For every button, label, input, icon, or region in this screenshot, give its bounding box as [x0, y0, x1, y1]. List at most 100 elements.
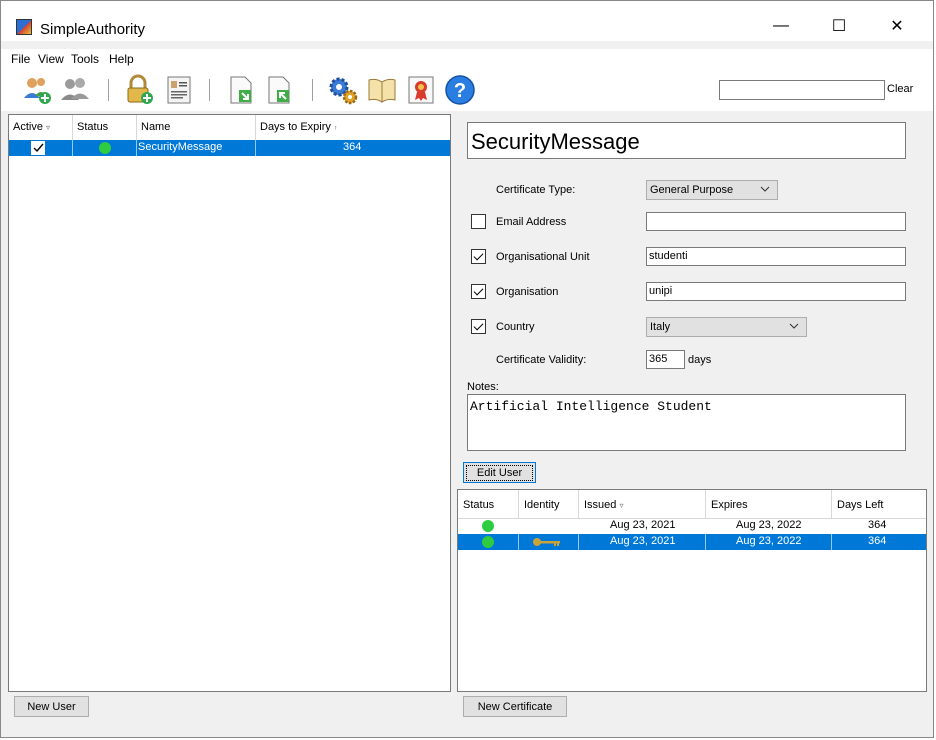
- validity-unit-label: days: [688, 354, 712, 366]
- column-header-identity[interactable]: Identity: [524, 499, 559, 511]
- new-user-button[interactable]: New User: [14, 696, 89, 717]
- app-icon: [16, 19, 32, 35]
- chevron-down-icon: [789, 323, 799, 329]
- certificate-validity-field[interactable]: 365: [646, 350, 685, 369]
- column-header-days-left[interactable]: Days Left: [837, 499, 883, 511]
- column-divider: [255, 115, 256, 140]
- cell-divider: [578, 534, 579, 550]
- column-header-name[interactable]: Name: [141, 121, 170, 133]
- new-certificate-button-label: New Certificate: [477, 700, 553, 713]
- maximize-button[interactable]: ☐: [816, 11, 862, 41]
- svg-text:?: ?: [454, 80, 466, 102]
- edit-user-button[interactable]: Edit User: [463, 462, 536, 483]
- column-header-days-to-expiry[interactable]: Days to Expiry ↑: [260, 121, 337, 133]
- window-title: SimpleAuthority: [40, 21, 146, 38]
- column-header-expires[interactable]: Expires: [711, 499, 748, 511]
- user-name-cell: SecurityMessage: [138, 141, 223, 153]
- close-button[interactable]: ✕: [874, 11, 920, 41]
- organisational-unit-field[interactable]: studenti: [646, 247, 906, 266]
- book-icon[interactable]: [366, 74, 398, 106]
- column-header-status[interactable]: Status: [463, 499, 494, 511]
- certificate-type-value: General Purpose: [650, 184, 734, 196]
- certificate-type-select[interactable]: General Purpose: [646, 180, 778, 200]
- status-ok-icon: [482, 520, 494, 532]
- organisational-unit-label: Organisational Unit: [496, 251, 590, 263]
- cell-divider: [831, 534, 832, 550]
- country-value: Italy: [650, 321, 671, 333]
- menu-tools[interactable]: Tools: [71, 52, 99, 66]
- days-left-cell: 364: [868, 535, 887, 547]
- table-row[interactable]: Aug 23, 2021 Aug 23, 2022 364: [458, 518, 926, 534]
- active-checkbox[interactable]: [31, 141, 45, 155]
- add-user-icon[interactable]: [21, 74, 53, 106]
- issued-cell: Aug 23, 2021: [610, 535, 676, 547]
- toolbar-separator: [108, 79, 109, 101]
- days-to-expiry-cell: 364: [343, 141, 362, 153]
- column-divider: [518, 490, 519, 518]
- issued-cell: Aug 23, 2021: [610, 519, 676, 531]
- column-header-issued[interactable]: Issued ▿: [584, 499, 624, 511]
- menu-help[interactable]: Help: [109, 52, 134, 66]
- help-icon[interactable]: ?: [444, 74, 476, 106]
- country-checkbox[interactable]: [471, 319, 486, 334]
- menu-bar: File View Tools Help: [1, 49, 933, 69]
- column-divider: [831, 490, 832, 518]
- cell-divider: [705, 534, 706, 550]
- title-bar: SimpleAuthority — ☐ ✕: [1, 1, 933, 41]
- organisation-label: Organisation: [496, 286, 559, 298]
- cell-divider: [255, 140, 256, 156]
- import-icon[interactable]: [225, 74, 257, 106]
- country-select[interactable]: Italy: [646, 317, 807, 337]
- days-left-cell: 364: [868, 519, 887, 531]
- column-divider: [705, 490, 706, 518]
- email-field[interactable]: [646, 212, 906, 231]
- settings-gears-icon[interactable]: [327, 74, 359, 106]
- minimize-button[interactable]: —: [758, 11, 804, 41]
- certificates-table: Status Identity Issued ▿ Expires Days Le…: [457, 489, 927, 692]
- organisational-unit-checkbox[interactable]: [471, 249, 486, 264]
- status-ok-icon: [99, 142, 111, 154]
- certificates-table-header: Status Identity Issued ▿ Expires Days Le…: [458, 490, 926, 519]
- status-ok-icon: [482, 536, 494, 548]
- new-user-button-label: New User: [27, 700, 76, 713]
- certificate-document-icon[interactable]: [163, 74, 195, 106]
- column-header-active[interactable]: Active ▿: [13, 121, 50, 133]
- table-row[interactable]: Aug 23, 2021 Aug 23, 2022 364: [458, 534, 926, 550]
- toolbar-separator: [209, 79, 210, 101]
- certificate-type-label: Certificate Type:: [496, 184, 576, 196]
- email-checkbox[interactable]: [471, 214, 486, 229]
- country-label: Country: [496, 321, 535, 333]
- column-header-status[interactable]: Status: [77, 121, 108, 133]
- check-icon: [33, 143, 44, 153]
- expires-cell: Aug 23, 2022: [736, 519, 802, 531]
- organisation-field[interactable]: unipi: [646, 282, 906, 301]
- email-label: Email Address: [496, 216, 567, 228]
- organisation-checkbox[interactable]: [471, 284, 486, 299]
- table-row[interactable]: SecurityMessage 364: [9, 140, 450, 156]
- cell-divider: [136, 140, 137, 156]
- users-table-header: Active ▿ Status Name Days to Expiry ↑: [9, 115, 450, 141]
- users-table: Active ▿ Status Name Days to Expiry ↑ Se…: [8, 114, 451, 692]
- cell-divider: [518, 534, 519, 550]
- notes-textarea[interactable]: Artificial Intelligence Student: [467, 394, 906, 451]
- expires-cell: Aug 23, 2022: [736, 535, 802, 547]
- menu-view[interactable]: View: [38, 52, 64, 66]
- clear-search-button[interactable]: Clear: [887, 83, 913, 95]
- column-divider: [136, 115, 137, 140]
- menu-file[interactable]: File: [11, 52, 30, 66]
- column-divider: [578, 490, 579, 518]
- toolbar-separator: [312, 79, 313, 101]
- column-divider: [72, 115, 73, 140]
- certificate-validity-label: Certificate Validity:: [496, 354, 587, 366]
- award-ribbon-icon[interactable]: [405, 74, 437, 106]
- cell-divider: [72, 140, 73, 156]
- remove-user-icon[interactable]: [59, 74, 91, 106]
- new-certificate-button[interactable]: New Certificate: [463, 696, 567, 717]
- export-icon[interactable]: [263, 74, 295, 106]
- lock-add-icon[interactable]: [123, 74, 155, 106]
- chevron-down-icon: [760, 186, 770, 192]
- key-icon: [533, 538, 560, 546]
- search-input[interactable]: [719, 80, 885, 100]
- app-window: SimpleAuthority — ☐ ✕ File View Tools He…: [0, 0, 934, 738]
- notes-label: Notes:: [467, 381, 499, 393]
